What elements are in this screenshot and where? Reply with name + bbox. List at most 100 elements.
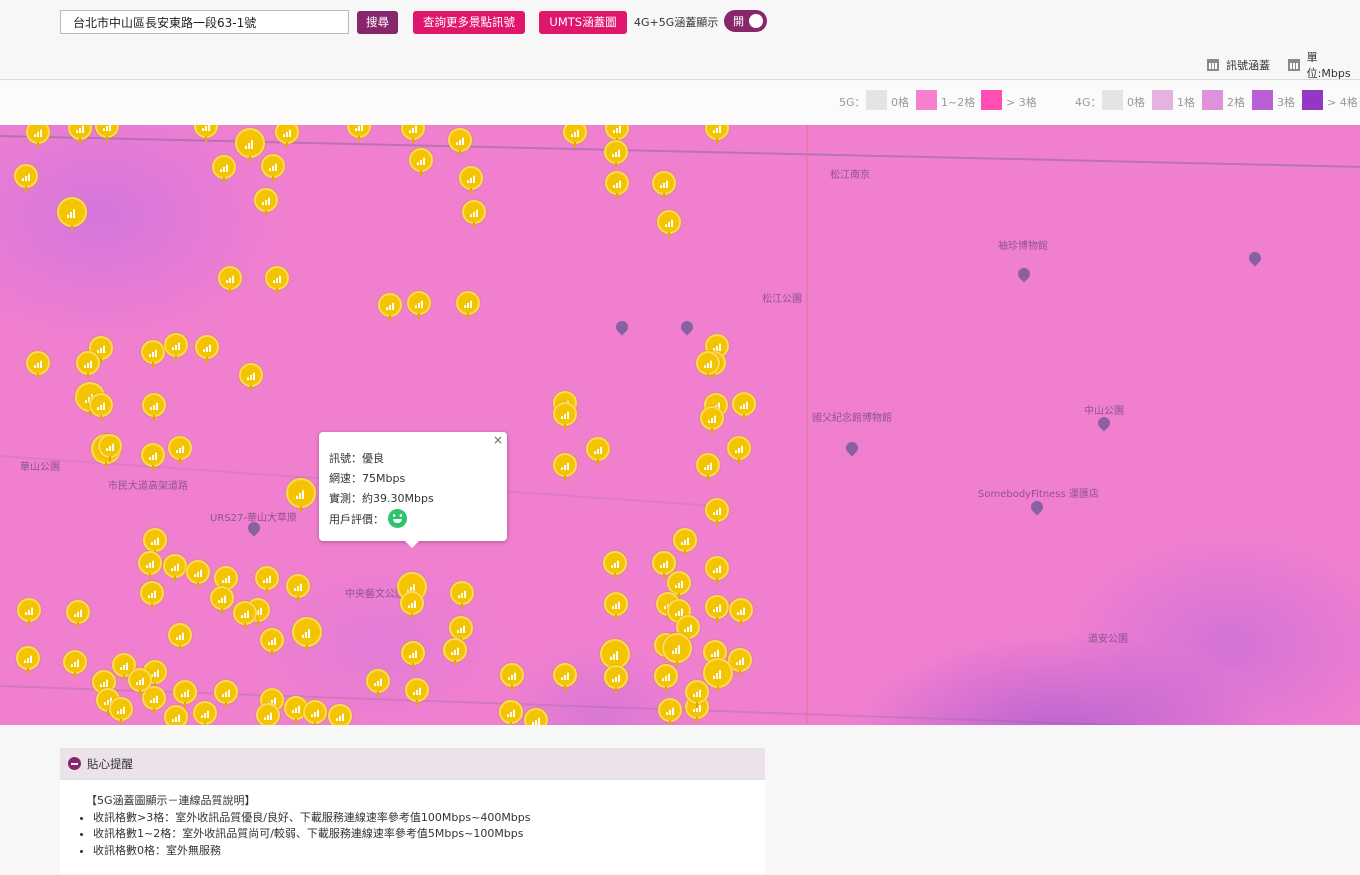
- signal-hotspot-marker[interactable]: [194, 125, 218, 142]
- signal-hotspot-marker[interactable]: [286, 478, 316, 512]
- signal-hotspot-marker[interactable]: [138, 551, 162, 579]
- signal-hotspot-marker[interactable]: [303, 700, 327, 725]
- signal-hotspot-marker[interactable]: [255, 566, 279, 594]
- signal-hotspot-marker[interactable]: [586, 437, 610, 465]
- more-hotspots-button[interactable]: 查詢更多景點訊號: [413, 11, 525, 34]
- signal-hotspot-marker[interactable]: [727, 436, 751, 464]
- signal-hotspot-marker[interactable]: [193, 701, 217, 725]
- signal-hotspot-marker[interactable]: [604, 140, 628, 168]
- signal-hotspot-marker[interactable]: [233, 601, 257, 629]
- signal-hotspot-marker[interactable]: [673, 528, 697, 556]
- signal-hotspot-marker[interactable]: [652, 171, 676, 199]
- signal-hotspot-marker[interactable]: [409, 148, 433, 176]
- signal-hotspot-marker[interactable]: [218, 266, 242, 294]
- signal-hotspot-marker[interactable]: [76, 351, 100, 379]
- signal-hotspot-marker[interactable]: [164, 705, 188, 725]
- signal-hotspot-marker[interactable]: [235, 128, 265, 162]
- signal-hotspot-marker[interactable]: [141, 443, 165, 471]
- signal-hotspot-marker[interactable]: [662, 633, 692, 667]
- signal-hotspot-marker[interactable]: [696, 351, 720, 379]
- signal-hotspot-marker[interactable]: [553, 402, 577, 430]
- signal-hotspot-marker[interactable]: [448, 128, 472, 156]
- signal-hotspot-marker[interactable]: [553, 663, 577, 691]
- coverage-map[interactable]: 松江公園 袖珍博物館 中山公園 國父紀念館博物館 SomebodyFitness…: [0, 125, 1360, 725]
- signal-hotspot-marker[interactable]: [703, 658, 733, 692]
- signal-hotspot-marker[interactable]: [729, 598, 753, 626]
- signal-hotspot-marker[interactable]: [524, 708, 548, 725]
- signal-hotspot-marker[interactable]: [657, 210, 681, 238]
- signal-hotspot-marker[interactable]: [186, 560, 210, 588]
- signal-hotspot-marker[interactable]: [95, 125, 119, 142]
- signal-hotspot-marker[interactable]: [286, 574, 310, 602]
- signal-hotspot-marker[interactable]: [705, 556, 729, 584]
- signal-hotspot-marker[interactable]: [553, 453, 577, 481]
- signal-hotspot-marker[interactable]: [66, 600, 90, 628]
- signal-hotspot-marker[interactable]: [89, 393, 113, 421]
- signal-hotspot-marker[interactable]: [401, 125, 425, 144]
- signal-hotspot-marker[interactable]: [265, 266, 289, 294]
- signal-hotspot-marker[interactable]: [500, 663, 524, 691]
- signal-hotspot-marker[interactable]: [563, 125, 587, 148]
- address-search-input[interactable]: [60, 10, 349, 34]
- unit-tool[interactable]: 單位:Mbps: [1288, 51, 1360, 80]
- signal-hotspot-marker[interactable]: [652, 551, 676, 579]
- signal-hotspot-marker[interactable]: [168, 436, 192, 464]
- signal-hotspot-marker[interactable]: [705, 125, 729, 144]
- signal-hotspot-marker[interactable]: [604, 665, 628, 693]
- signal-hotspot-marker[interactable]: [328, 704, 352, 725]
- signal-hotspot-marker[interactable]: [140, 581, 164, 609]
- search-button[interactable]: 搜尋: [357, 11, 398, 34]
- signal-hotspot-marker[interactable]: [700, 406, 724, 434]
- signal-hotspot-marker[interactable]: [462, 200, 486, 228]
- signal-hotspot-marker[interactable]: [214, 680, 238, 708]
- signal-hotspot-marker[interactable]: [366, 669, 390, 697]
- signal-hotspot-marker[interactable]: [456, 291, 480, 319]
- signal-hotspot-marker[interactable]: [63, 650, 87, 678]
- signal-hotspot-marker[interactable]: [212, 155, 236, 183]
- signal-hotspot-marker[interactable]: [405, 678, 429, 706]
- signal-hotspot-marker[interactable]: [128, 668, 152, 696]
- signal-hotspot-marker[interactable]: [605, 125, 629, 144]
- signal-hotspot-marker[interactable]: [143, 528, 167, 556]
- signal-hotspot-marker[interactable]: [696, 453, 720, 481]
- signal-hotspot-marker[interactable]: [260, 628, 284, 656]
- signal-hotspot-marker[interactable]: [450, 581, 474, 609]
- signal-hotspot-marker[interactable]: [142, 393, 166, 421]
- signal-hotspot-marker[interactable]: [604, 592, 628, 620]
- signal-hotspot-marker[interactable]: [407, 291, 431, 319]
- signal-hotspot-marker[interactable]: [141, 340, 165, 368]
- signal-hotspot-marker[interactable]: [168, 623, 192, 651]
- signal-hotspot-marker[interactable]: [26, 125, 50, 148]
- signal-hotspot-marker[interactable]: [732, 392, 756, 420]
- signal-hotspot-marker[interactable]: [443, 638, 467, 666]
- collapse-minus-icon[interactable]: [68, 757, 81, 770]
- signal-hotspot-marker[interactable]: [14, 164, 38, 192]
- signal-hotspot-marker[interactable]: [26, 351, 50, 379]
- signal-hotspot-marker[interactable]: [17, 598, 41, 626]
- signal-hotspot-marker[interactable]: [499, 700, 523, 725]
- signal-hotspot-marker[interactable]: [378, 293, 402, 321]
- coverage-toggle[interactable]: 開: [724, 10, 767, 32]
- signal-hotspot-marker[interactable]: [400, 591, 424, 619]
- signal-hotspot-marker[interactable]: [163, 554, 187, 582]
- signal-hotspot-marker[interactable]: [449, 616, 473, 644]
- signal-hotspot-marker[interactable]: [195, 335, 219, 363]
- signal-coverage-tool[interactable]: 訊號涵蓋: [1207, 56, 1270, 74]
- signal-hotspot-marker[interactable]: [459, 166, 483, 194]
- signal-hotspot-marker[interactable]: [654, 664, 678, 692]
- umts-coverage-button[interactable]: UMTS涵蓋圖: [539, 11, 627, 34]
- signal-hotspot-marker[interactable]: [109, 697, 133, 725]
- signal-hotspot-marker[interactable]: [705, 595, 729, 623]
- signal-hotspot-marker[interactable]: [705, 498, 729, 526]
- signal-hotspot-marker[interactable]: [256, 703, 280, 725]
- signal-hotspot-marker[interactable]: [57, 197, 87, 231]
- signal-hotspot-marker[interactable]: [261, 154, 285, 182]
- signal-hotspot-marker[interactable]: [603, 551, 627, 579]
- signal-hotspot-marker[interactable]: [605, 171, 629, 199]
- close-icon[interactable]: ×: [493, 433, 503, 447]
- signal-hotspot-marker[interactable]: [16, 646, 40, 674]
- signal-hotspot-marker[interactable]: [164, 333, 188, 361]
- signal-hotspot-marker[interactable]: [239, 363, 263, 391]
- signal-hotspot-marker[interactable]: [658, 698, 682, 725]
- tips-header[interactable]: 貼心提醒: [60, 748, 765, 780]
